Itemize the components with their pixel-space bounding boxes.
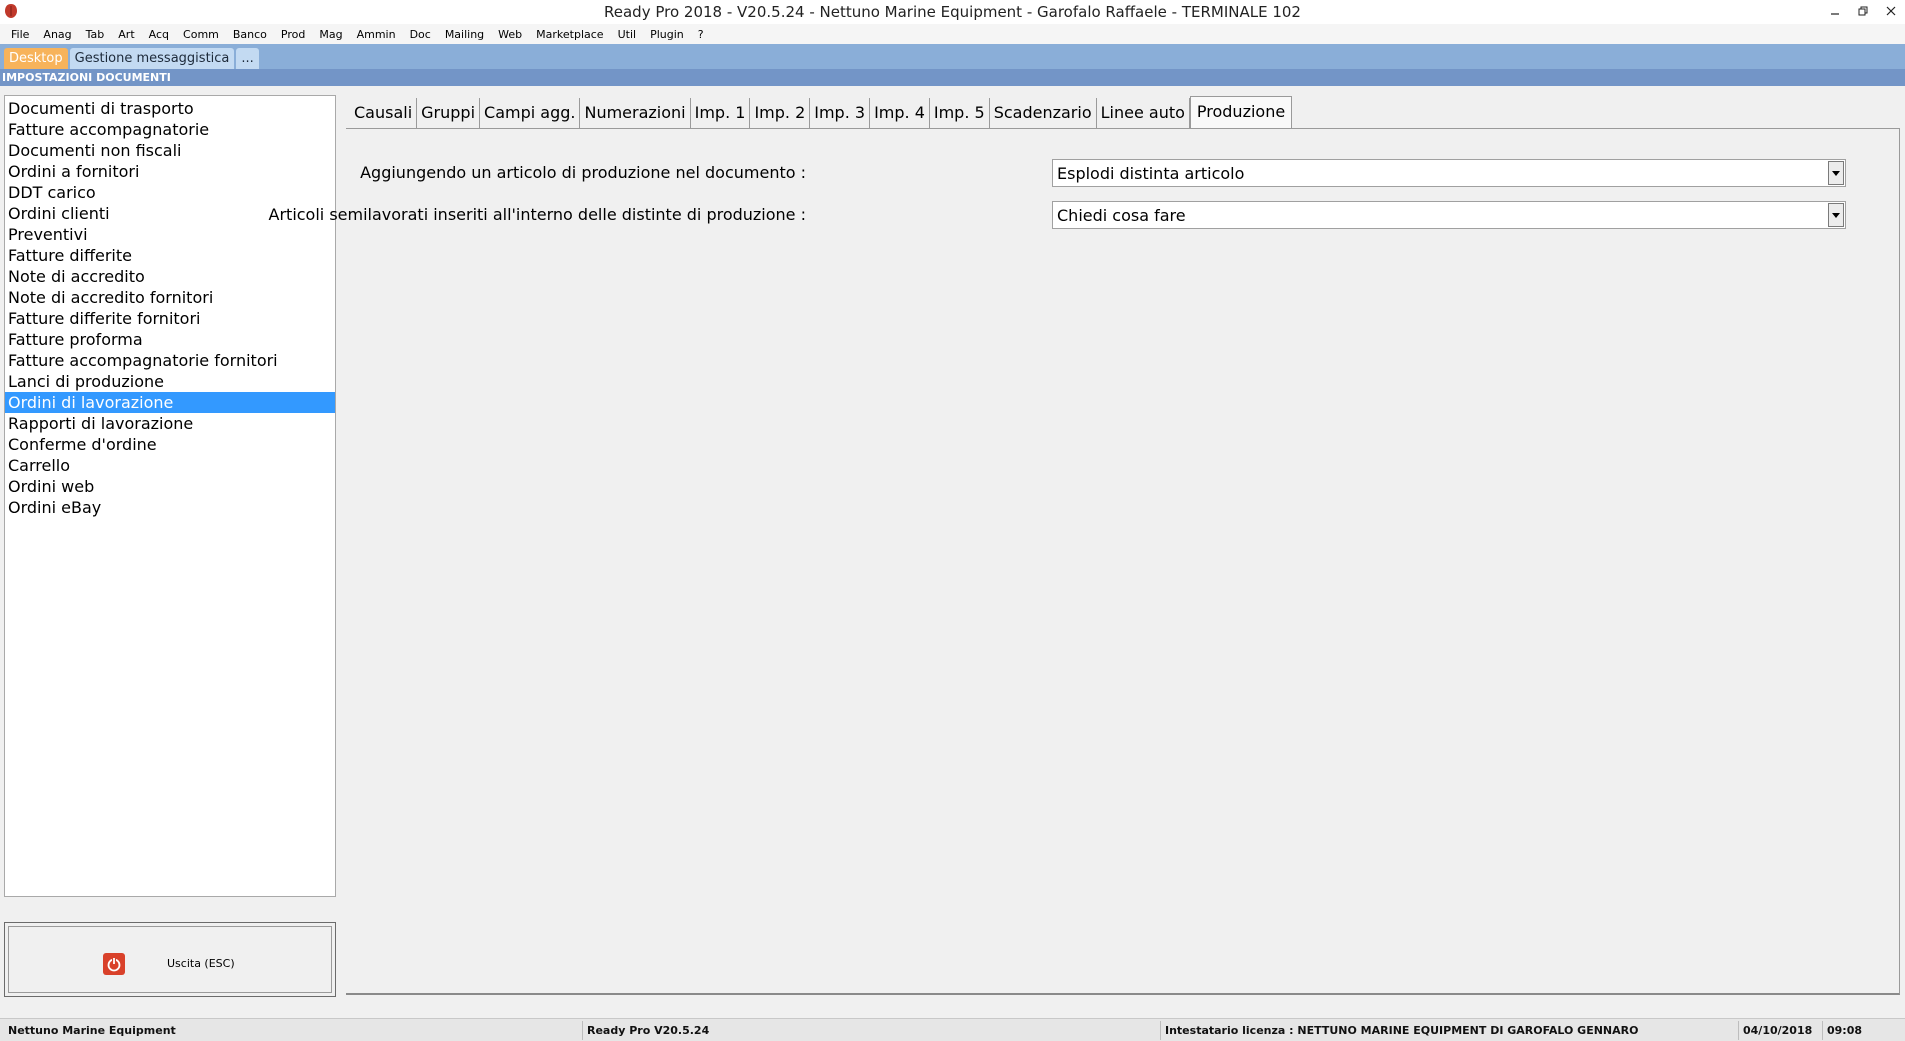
tab-campi-agg[interactable]: Campi agg. — [480, 98, 581, 128]
minimize-button[interactable] — [1821, 0, 1849, 22]
list-item[interactable]: Note di accredito — [5, 266, 335, 287]
menu-help[interactable]: ? — [691, 28, 711, 41]
menu-file[interactable]: File — [4, 28, 36, 41]
menu-banco[interactable]: Banco — [226, 28, 274, 41]
status-company: Nettuno Marine Equipment — [4, 1021, 576, 1040]
list-item[interactable]: Documenti di trasporto — [5, 98, 335, 119]
tab-imp-2[interactable]: Imp. 2 — [750, 98, 811, 128]
production-article-value: Esplodi distinta articolo — [1057, 164, 1245, 183]
list-item[interactable]: Ordini web — [5, 476, 335, 497]
menu-mag[interactable]: Mag — [312, 28, 349, 41]
semifinished-select[interactable]: Chiedi cosa fare — [1052, 201, 1846, 229]
menu-doc[interactable]: Doc — [403, 28, 438, 41]
exit-button-label: Uscita (ESC) — [167, 957, 235, 970]
list-item[interactable]: Fatture differite fornitori — [5, 308, 335, 329]
more-tabs-button[interactable]: ... — [236, 48, 259, 69]
tab-imp-4[interactable]: Imp. 4 — [870, 98, 930, 128]
list-item[interactable]: Fatture accompagnatorie fornitori — [5, 350, 335, 371]
desktop-tab-bar: Desktop Gestione messaggistica ... — [0, 44, 1905, 69]
list-item[interactable]: Preventivi — [5, 224, 335, 245]
restore-button[interactable] — [1849, 0, 1877, 22]
tab-linee-auto[interactable]: Linee auto — [1097, 98, 1190, 128]
semifinished-value: Chiedi cosa fare — [1057, 206, 1186, 225]
list-item[interactable]: Documenti non fiscali — [5, 140, 335, 161]
exit-button-frame: Uscita (ESC) — [8, 926, 332, 993]
tab-scadenzario[interactable]: Scadenzario — [990, 98, 1097, 128]
menu-anag[interactable]: Anag — [36, 28, 78, 41]
tab-causali[interactable]: Causali — [350, 98, 418, 128]
chevron-down-icon[interactable] — [1828, 161, 1844, 185]
list-item[interactable]: DDT carico — [5, 182, 335, 203]
window-title: Ready Pro 2018 - V20.5.24 - Nettuno Mari… — [604, 3, 1301, 21]
app-logo-icon — [4, 3, 18, 23]
section-header: IMPOSTAZIONI DOCUMENTI — [0, 69, 1905, 86]
menu-acq[interactable]: Acq — [142, 28, 176, 41]
menu-util[interactable]: Util — [611, 28, 643, 41]
list-item[interactable]: Ordini a fornitori — [5, 161, 335, 182]
semifinished-label: Articoli semilavorati inseriti all'inter… — [268, 205, 806, 224]
title-bar: Ready Pro 2018 - V20.5.24 - Nettuno Mari… — [0, 0, 1905, 24]
power-icon — [103, 953, 125, 975]
production-article-row: Aggiungendo un articolo di produzione ne… — [346, 159, 1899, 187]
app-window: Ready Pro 2018 - V20.5.24 - Nettuno Mari… — [0, 0, 1905, 1041]
menu-marketplace[interactable]: Marketplace — [529, 28, 610, 41]
list-item[interactable]: Fatture differite — [5, 245, 335, 266]
list-item[interactable]: Rapporti di lavorazione — [5, 413, 335, 434]
status-license: Intestatario licenza : NETTUNO MARINE EQ… — [1160, 1021, 1738, 1040]
menu-tab[interactable]: Tab — [79, 28, 112, 41]
list-item[interactable]: Ordini eBay — [5, 497, 335, 518]
production-article-label: Aggiungendo un articolo di produzione ne… — [360, 163, 806, 182]
menu-mailing[interactable]: Mailing — [438, 28, 491, 41]
list-item[interactable]: Note di accredito fornitori — [5, 287, 335, 308]
tab-numerazioni[interactable]: Numerazioni — [580, 98, 691, 128]
list-item[interactable]: Fatture accompagnatorie — [5, 119, 335, 140]
list-item-selected[interactable]: Ordini di lavorazione — [5, 392, 335, 413]
menu-prod[interactable]: Prod — [274, 28, 312, 41]
status-version: Ready Pro V20.5.24 — [582, 1021, 1160, 1040]
tab-imp-1[interactable]: Imp. 1 — [691, 98, 751, 128]
menu-art[interactable]: Art — [111, 28, 141, 41]
status-date: 04/10/2018 — [1738, 1021, 1822, 1040]
messaging-tab[interactable]: Gestione messaggistica — [69, 48, 235, 69]
produzione-panel: Aggiungendo un articolo di produzione ne… — [269, 128, 1900, 995]
tab-produzione[interactable]: Produzione — [1189, 96, 1293, 128]
tab-imp-5[interactable]: Imp. 5 — [930, 98, 990, 128]
list-item[interactable]: Lanci di produzione — [5, 371, 335, 392]
semifinished-row: Articoli semilavorati inseriti all'inter… — [269, 201, 1899, 229]
tab-gruppi[interactable]: Gruppi — [417, 98, 481, 128]
menu-web[interactable]: Web — [491, 28, 529, 41]
status-bar: Nettuno Marine Equipment Ready Pro V20.5… — [0, 1018, 1905, 1041]
menu-plugin[interactable]: Plugin — [643, 28, 691, 41]
list-item[interactable]: Carrello — [5, 455, 335, 476]
desktop-tab[interactable]: Desktop — [4, 48, 68, 69]
chevron-down-icon[interactable] — [1828, 203, 1844, 227]
exit-button[interactable]: Uscita (ESC) — [4, 922, 336, 997]
status-time: 09:08 — [1822, 1021, 1900, 1040]
menu-ammin[interactable]: Ammin — [350, 28, 403, 41]
menu-bar: File Anag Tab Art Acq Comm Banco Prod Ma… — [0, 24, 1905, 44]
production-article-select[interactable]: Esplodi distinta articolo — [1052, 159, 1846, 187]
list-item[interactable]: Conferme d'ordine — [5, 434, 335, 455]
settings-tab-strip: Causali Gruppi Campi agg. Numerazioni Im… — [350, 96, 1293, 128]
tab-imp-3[interactable]: Imp. 3 — [810, 98, 871, 128]
list-item[interactable]: Fatture proforma — [5, 329, 335, 350]
close-button[interactable] — [1877, 0, 1905, 22]
menu-comm[interactable]: Comm — [176, 28, 226, 41]
window-controls — [1821, 0, 1905, 24]
